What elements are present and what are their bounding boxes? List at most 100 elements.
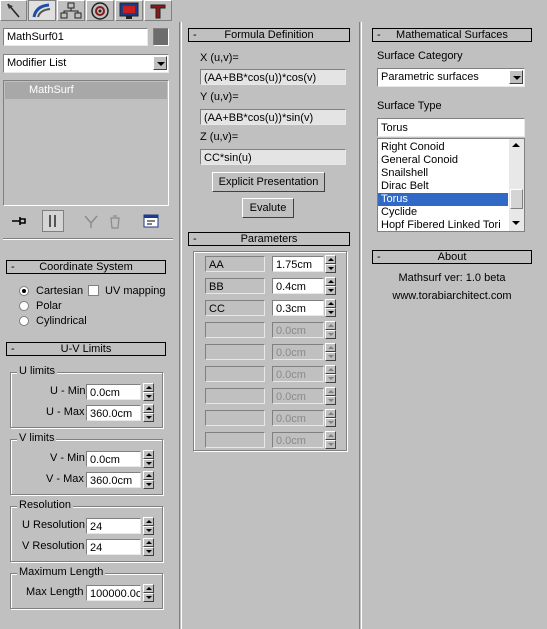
radio-cartesian-label: Cartesian [36, 285, 84, 297]
scroll-up-icon[interactable] [512, 143, 520, 147]
parameter-value-spinner[interactable] [325, 365, 336, 383]
explicit-presentation-button[interactable]: Explicit Presentation [212, 172, 325, 192]
modify-tab-icon[interactable] [28, 0, 56, 21]
list-item[interactable]: Dirac Belt [378, 180, 508, 193]
collapse-icon: - [193, 29, 197, 41]
object-name-input[interactable]: MathSurf01 [3, 28, 148, 46]
parameter-name-field[interactable] [205, 388, 265, 404]
u-min-input[interactable]: 0.0cm [86, 384, 141, 400]
parameter-value-spinner[interactable] [325, 299, 336, 317]
motion-tab-icon[interactable] [86, 0, 114, 21]
x-formula-input[interactable]: (AA+BB*cos(u))*cos(v) [200, 69, 346, 85]
parameter-name-field[interactable]: AA [205, 256, 265, 272]
u-min-label: U - Min [50, 385, 86, 397]
pin-stack-icon[interactable] [9, 212, 29, 230]
x-formula-label: X (u,v)= [200, 52, 239, 64]
radio-polar-label: Polar [36, 300, 62, 312]
max-length-spinner[interactable] [143, 584, 154, 602]
radio-cylindrical[interactable] [19, 316, 29, 326]
divider [3, 238, 173, 240]
parameter-name-field[interactable] [205, 432, 265, 448]
parameter-value-spinner[interactable] [325, 343, 336, 361]
parameter-value-spinner[interactable] [325, 321, 336, 339]
radio-cartesian[interactable] [19, 286, 29, 296]
about-title: About [437, 251, 467, 263]
evaluate-button[interactable]: Evalute [242, 198, 294, 218]
remove-modifier-icon[interactable] [105, 212, 125, 230]
list-item[interactable]: Snailshell [378, 167, 508, 180]
u-min-spinner[interactable] [143, 383, 154, 401]
surface-category-dropdown[interactable]: Parametric surfaces [377, 68, 525, 87]
object-color-swatch[interactable] [153, 28, 169, 46]
utilities-tab-icon[interactable] [144, 0, 172, 21]
parameter-value-input[interactable]: 0.0cm [272, 388, 324, 404]
parameter-value-spinner[interactable] [325, 255, 336, 273]
parameter-name-field[interactable] [205, 410, 265, 426]
modifier-list-dropdown[interactable]: Modifier List [3, 54, 169, 73]
parameters-header[interactable]: - Parameters [188, 232, 350, 246]
parameter-value-spinner[interactable] [325, 431, 336, 449]
surface-type-list[interactable]: Right Conoid General Conoid Snailshell Dira… [377, 138, 525, 232]
parameter-value-spinner[interactable] [325, 277, 336, 295]
parameter-value-spinner[interactable] [325, 387, 336, 405]
parameter-value-input[interactable]: 0.0cm [272, 366, 324, 382]
list-item[interactable]: Torus [378, 193, 508, 206]
parameter-name-field[interactable]: CC [205, 300, 265, 316]
parameter-value-spinner[interactable] [325, 409, 336, 427]
create-tab-icon[interactable] [0, 0, 27, 21]
v-max-spinner[interactable] [143, 471, 154, 489]
parameter-value-input[interactable]: 0.0cm [272, 344, 324, 360]
show-end-result-icon[interactable] [42, 210, 64, 232]
parameter-value-input[interactable]: 0.0cm [272, 432, 324, 448]
configure-modifier-sets-icon[interactable] [141, 212, 161, 230]
make-unique-icon[interactable] [81, 212, 101, 230]
max-length-input[interactable]: 100000.0c [86, 585, 141, 601]
u-max-input[interactable]: 360.0cm [86, 405, 141, 421]
formula-definition-header[interactable]: - Formula Definition [188, 28, 350, 42]
chevron-down-icon[interactable] [509, 70, 523, 84]
modifier-stack[interactable]: MathSurf [3, 80, 169, 206]
hierarchy-tab-icon[interactable] [57, 0, 85, 21]
u-resolution-input[interactable]: 24 [86, 518, 141, 534]
mathematical-surfaces-header[interactable]: - Mathematical Surfaces [372, 28, 532, 42]
v-max-input[interactable]: 360.0cm [86, 472, 141, 488]
chevron-down-icon[interactable] [153, 56, 167, 70]
parameter-name-field[interactable] [205, 366, 265, 382]
parameters-title: Parameters [240, 233, 298, 245]
list-item[interactable]: General Conoid [378, 154, 508, 167]
parameter-name-field[interactable] [205, 344, 265, 360]
radio-polar[interactable] [19, 301, 29, 311]
uv-limits-header[interactable]: - U-V Limits [6, 342, 166, 356]
scroll-down-icon[interactable] [512, 221, 520, 225]
v-resolution-input[interactable]: 24 [86, 539, 141, 555]
collapse-icon: - [193, 233, 197, 245]
z-formula-input[interactable]: CC*sin(u) [200, 149, 346, 165]
coordinate-system-header[interactable]: - Coordinate System [6, 260, 166, 274]
parameter-value-input[interactable]: 0.0cm [272, 322, 324, 338]
list-scrollbar[interactable] [509, 139, 524, 231]
list-item[interactable]: Hopf Fibered Linked Tori [378, 219, 508, 232]
stack-item-mathsurf[interactable]: MathSurf [5, 82, 167, 99]
list-item[interactable]: Cyclide [378, 206, 508, 219]
list-item[interactable]: Right Conoid [378, 141, 508, 154]
surface-type-input[interactable]: Torus [377, 118, 525, 137]
v-min-spinner[interactable] [143, 450, 154, 468]
parameter-name-field[interactable]: BB [205, 278, 265, 294]
parameter-value-input[interactable]: 1.75cm [272, 256, 324, 272]
collapse-icon: - [11, 343, 15, 355]
parameter-value-input[interactable]: 0.4cm [272, 278, 324, 294]
y-formula-input[interactable]: (AA+BB*cos(u))*sin(v) [200, 109, 346, 125]
scroll-thumb[interactable] [510, 189, 523, 209]
surface-category-label: Surface Category [377, 50, 463, 62]
parameter-value-input[interactable]: 0.3cm [272, 300, 324, 316]
uv-mapping-checkbox[interactable] [88, 285, 99, 296]
v-min-input[interactable]: 0.0cm [86, 451, 141, 467]
parameter-value-input[interactable]: 0.0cm [272, 410, 324, 426]
formula-definition-rollout: - Formula Definition X (u,v)= (AA+BB*cos… [188, 28, 350, 222]
about-header[interactable]: - About [372, 250, 532, 264]
parameter-name-field[interactable] [205, 322, 265, 338]
u-resolution-spinner[interactable] [143, 517, 154, 535]
u-max-spinner[interactable] [143, 404, 154, 422]
v-resolution-spinner[interactable] [143, 538, 154, 556]
display-tab-icon[interactable] [115, 0, 143, 21]
